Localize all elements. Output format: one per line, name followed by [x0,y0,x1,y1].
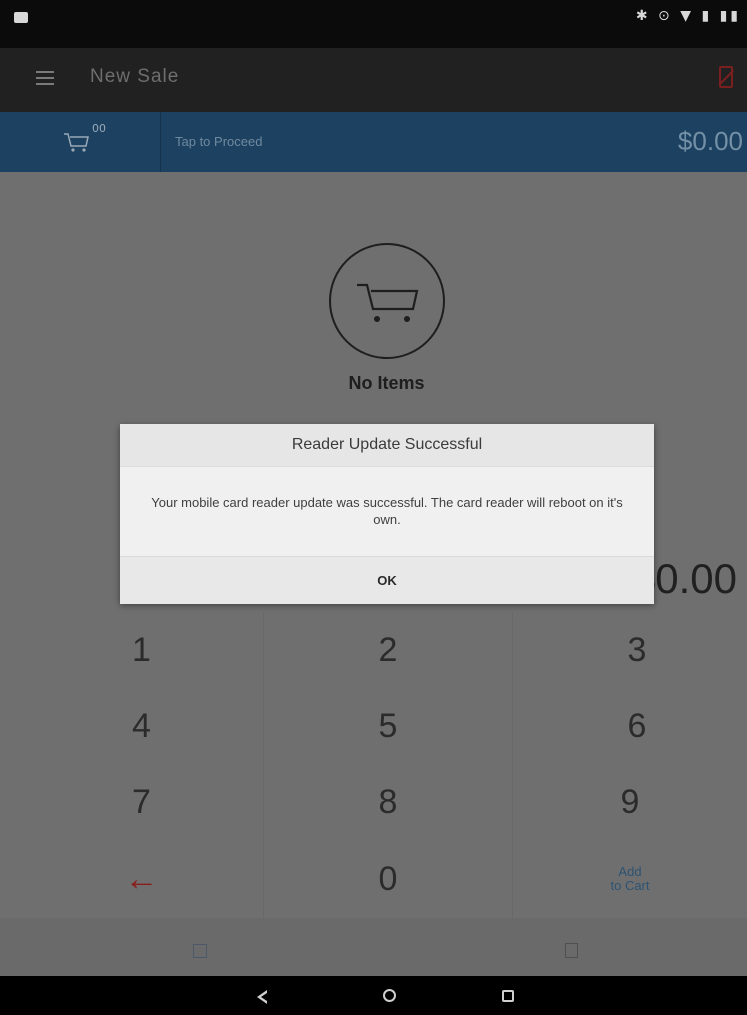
system-nav-bar [0,976,747,1015]
key-4[interactable]: 4 [20,688,263,764]
hamburger-menu-icon[interactable] [36,71,54,85]
key-7[interactable]: 7 [20,764,263,840]
grid-view-icon[interactable] [193,944,207,958]
page-title: New Sale [90,66,180,87]
ok-button[interactable]: OK [120,556,654,604]
notification-icon [14,12,28,23]
recent-apps-icon[interactable] [502,990,514,1002]
backspace-key[interactable]: ← [20,840,263,918]
cart-bar[interactable]: 00 Tap to Proceed $0.00 [0,112,747,172]
key-5[interactable]: 5 [264,688,512,764]
key-9[interactable]: 9 [513,764,747,840]
list-view-icon[interactable] [565,943,578,958]
add-to-cart-label-line1: Add [618,864,642,879]
cart-icon [64,133,89,152]
key-2[interactable]: 2 [264,612,512,688]
app-bar: New Sale [0,48,747,112]
cart-total: $0.00 [677,126,743,156]
status-bar: ✱ ⊙ ▼ ▮ ▮▮ [0,0,747,48]
dialog-message: Your mobile card reader update was succe… [151,495,623,527]
key-3[interactable]: 3 [513,612,747,688]
key-8[interactable]: 8 [264,764,512,840]
no-items-label: No Items [348,373,425,393]
key-0[interactable]: 0 [264,840,512,918]
cart-count-badge: 00 [92,122,106,135]
key-6[interactable]: 6 [513,688,747,764]
bottom-toolbar [0,918,747,976]
reader-update-dialog: Reader Update Successful Your mobile car… [120,424,654,604]
empty-cart-icon [329,243,445,359]
key-1[interactable]: 1 [20,612,263,688]
dialog-title: Reader Update Successful [120,424,654,467]
back-icon-inner [261,993,267,1001]
add-to-cart-button[interactable]: Add to Cart [513,840,747,918]
cart-bar-divider [160,112,161,172]
tap-to-proceed-label[interactable]: Tap to Proceed [175,134,262,149]
add-to-cart-label-line2: to Cart [610,878,650,893]
card-reader-disconnected-icon[interactable] [719,66,733,88]
status-icons: ✱ ⊙ ▼ ▮ ▮▮ [635,8,741,24]
home-icon[interactable] [383,989,396,1002]
